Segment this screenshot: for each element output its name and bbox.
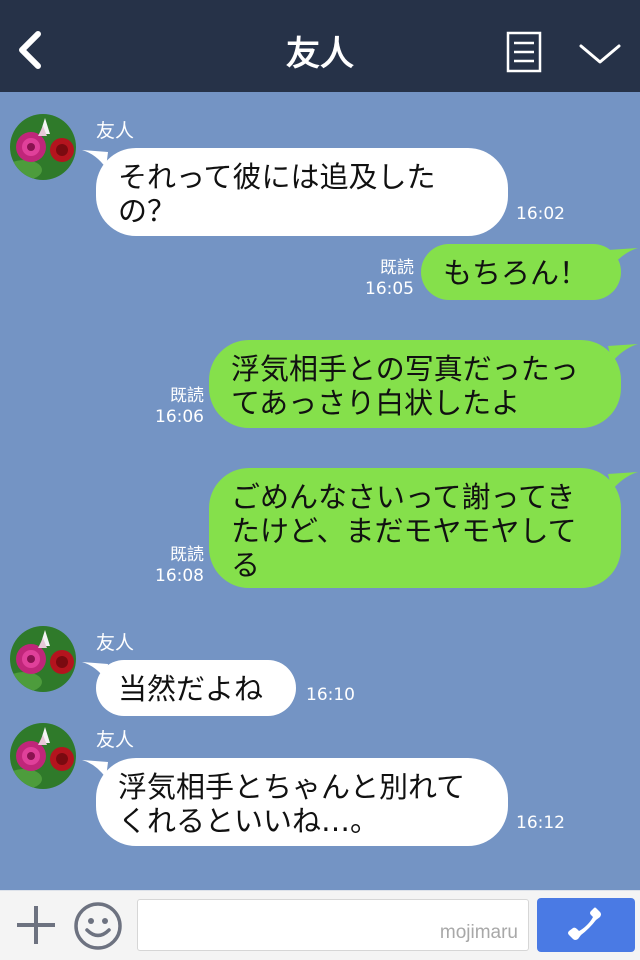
emoji-button[interactable] [73, 901, 123, 951]
message-bubble[interactable]: もちろん！ [421, 244, 621, 300]
message-bubble[interactable]: 当然だよね [96, 660, 296, 716]
message-time: 16:05 [365, 279, 414, 299]
chat-header: 友人 [0, 0, 640, 92]
rose-avatar-icon [10, 114, 76, 180]
sender-name: 友人 [96, 729, 135, 751]
message-time: 16:06 [155, 407, 204, 427]
rose-avatar-icon [10, 626, 76, 692]
plus-icon [17, 906, 55, 944]
message-bubble[interactable]: ごめんなさいって謝ってきたけど、まだモヤモヤしてる [209, 468, 621, 588]
message-time: 16:12 [516, 813, 565, 833]
avatar[interactable] [10, 626, 76, 692]
message-time: 16:02 [516, 204, 565, 224]
message-bubble[interactable]: それって彼には追及したの？ [96, 148, 508, 236]
message-bubble[interactable]: 浮気相手との写真だったってあっさり白状したよ [209, 340, 621, 428]
input-bar: mojimaru [0, 890, 640, 960]
note-button[interactable] [506, 31, 542, 73]
read-receipt: 既読 [380, 258, 414, 278]
read-receipt: 既読 [170, 545, 204, 565]
avatar[interactable] [10, 114, 76, 180]
rose-avatar-icon [10, 723, 76, 789]
phone-icon [568, 907, 601, 940]
message-bubble[interactable]: 浮気相手とちゃんと別れてくれるといいね…。 [96, 758, 508, 846]
message-input[interactable]: mojimaru [137, 899, 529, 951]
sender-name: 友人 [96, 120, 135, 142]
chat-title: 友人 [286, 34, 354, 74]
add-attachment-button[interactable] [14, 903, 58, 947]
watermark-text: mojimaru [439, 922, 518, 943]
note-icon [506, 31, 542, 73]
message-time: 16:10 [306, 685, 355, 705]
read-receipt: 既読 [170, 386, 204, 406]
avatar[interactable] [10, 723, 76, 789]
menu-toggle-button[interactable] [578, 40, 622, 68]
chevron-down-icon [579, 44, 621, 64]
message-time: 16:08 [155, 566, 204, 586]
smiley-icon [74, 902, 122, 950]
chat-area[interactable]: 友人 それって彼には追及したの？ 16:02 もちろん！ 既読 16:05 浮気… [0, 92, 640, 890]
sender-name: 友人 [96, 632, 135, 654]
call-button[interactable] [537, 898, 635, 952]
